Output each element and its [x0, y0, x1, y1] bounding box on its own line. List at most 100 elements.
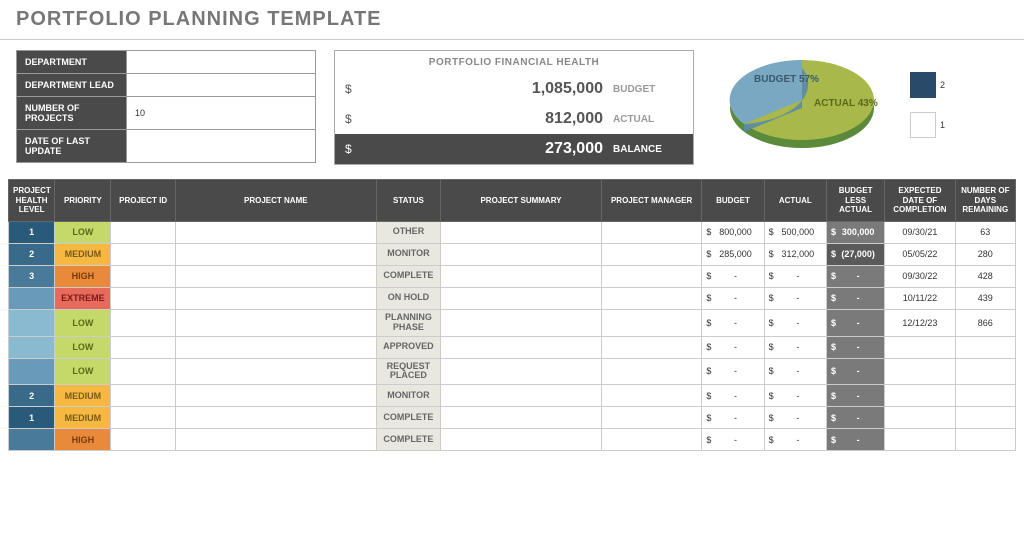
manager-cell[interactable] — [601, 309, 701, 336]
status-cell[interactable]: COMPLETE — [376, 407, 440, 429]
status-cell[interactable]: MONITOR — [376, 243, 440, 265]
project-id-cell[interactable] — [111, 221, 175, 243]
actual-cell[interactable]: $- — [764, 385, 826, 407]
completion-date-cell[interactable]: 09/30/22 — [885, 265, 955, 287]
health-cell[interactable]: 2 — [9, 385, 55, 407]
status-cell[interactable]: MONITOR — [376, 385, 440, 407]
completion-date-cell[interactable] — [885, 336, 955, 358]
project-id-cell[interactable] — [111, 429, 175, 451]
status-cell[interactable]: OTHER — [376, 221, 440, 243]
manager-cell[interactable] — [601, 221, 701, 243]
project-id-cell[interactable] — [111, 385, 175, 407]
project-name-cell[interactable] — [175, 336, 376, 358]
completion-date-cell[interactable] — [885, 358, 955, 385]
project-id-cell[interactable] — [111, 265, 175, 287]
completion-date-cell[interactable]: 12/12/23 — [885, 309, 955, 336]
completion-date-cell[interactable]: 05/05/22 — [885, 243, 955, 265]
summary-cell[interactable] — [441, 287, 602, 309]
priority-cell[interactable]: HIGH — [55, 265, 111, 287]
budget-cell[interactable]: $- — [702, 336, 764, 358]
completion-date-cell[interactable] — [885, 407, 955, 429]
completion-date-cell[interactable]: 09/30/21 — [885, 221, 955, 243]
project-id-cell[interactable] — [111, 407, 175, 429]
manager-cell[interactable] — [601, 287, 701, 309]
budget-cell[interactable]: $- — [702, 309, 764, 336]
summary-cell[interactable] — [441, 429, 602, 451]
health-cell[interactable]: 2 — [9, 243, 55, 265]
priority-cell[interactable]: MEDIUM — [55, 407, 111, 429]
project-id-cell[interactable] — [111, 243, 175, 265]
summary-cell[interactable] — [441, 243, 602, 265]
completion-date-cell[interactable]: 10/11/22 — [885, 287, 955, 309]
manager-cell[interactable] — [601, 407, 701, 429]
project-name-cell[interactable] — [175, 221, 376, 243]
actual-cell[interactable]: $- — [764, 265, 826, 287]
actual-cell[interactable]: $- — [764, 407, 826, 429]
status-cell[interactable]: COMPLETE — [376, 429, 440, 451]
summary-cell[interactable] — [441, 407, 602, 429]
actual-cell[interactable]: $- — [764, 309, 826, 336]
health-cell[interactable] — [9, 429, 55, 451]
manager-cell[interactable] — [601, 243, 701, 265]
summary-cell[interactable] — [441, 358, 602, 385]
actual-cell[interactable]: $312,000 — [764, 243, 826, 265]
summary-cell[interactable] — [441, 221, 602, 243]
project-name-cell[interactable] — [175, 243, 376, 265]
actual-cell[interactable]: $- — [764, 358, 826, 385]
project-name-cell[interactable] — [175, 407, 376, 429]
summary-cell[interactable] — [441, 309, 602, 336]
priority-cell[interactable]: HIGH — [55, 429, 111, 451]
status-cell[interactable]: ON HOLD — [376, 287, 440, 309]
budget-cell[interactable]: $- — [702, 407, 764, 429]
summary-cell[interactable] — [441, 265, 602, 287]
health-cell[interactable] — [9, 287, 55, 309]
status-cell[interactable]: PLANNING PHASE — [376, 309, 440, 336]
manager-cell[interactable] — [601, 429, 701, 451]
project-id-cell[interactable] — [111, 309, 175, 336]
actual-cell[interactable]: $- — [764, 336, 826, 358]
project-id-cell[interactable] — [111, 336, 175, 358]
summary-cell[interactable] — [441, 385, 602, 407]
priority-cell[interactable]: LOW — [55, 336, 111, 358]
project-id-cell[interactable] — [111, 287, 175, 309]
budget-cell[interactable]: $- — [702, 265, 764, 287]
project-id-cell[interactable] — [111, 358, 175, 385]
priority-cell[interactable]: MEDIUM — [55, 243, 111, 265]
health-cell[interactable] — [9, 336, 55, 358]
project-name-cell[interactable] — [175, 287, 376, 309]
budget-cell[interactable]: $- — [702, 385, 764, 407]
meta-value[interactable] — [127, 74, 316, 97]
summary-cell[interactable] — [441, 336, 602, 358]
manager-cell[interactable] — [601, 358, 701, 385]
meta-value[interactable]: 10 — [127, 97, 316, 130]
health-cell[interactable] — [9, 358, 55, 385]
status-cell[interactable]: REQUEST PLACED — [376, 358, 440, 385]
priority-cell[interactable]: LOW — [55, 309, 111, 336]
manager-cell[interactable] — [601, 336, 701, 358]
priority-cell[interactable]: LOW — [55, 358, 111, 385]
project-name-cell[interactable] — [175, 429, 376, 451]
budget-cell[interactable]: $- — [702, 429, 764, 451]
health-cell[interactable]: 1 — [9, 407, 55, 429]
health-cell[interactable]: 3 — [9, 265, 55, 287]
priority-cell[interactable]: MEDIUM — [55, 385, 111, 407]
meta-value[interactable] — [127, 51, 316, 74]
project-name-cell[interactable] — [175, 358, 376, 385]
health-cell[interactable]: 1 — [9, 221, 55, 243]
priority-cell[interactable]: EXTREME — [55, 287, 111, 309]
actual-cell[interactable]: $- — [764, 429, 826, 451]
manager-cell[interactable] — [601, 265, 701, 287]
manager-cell[interactable] — [601, 385, 701, 407]
status-cell[interactable]: COMPLETE — [376, 265, 440, 287]
budget-cell[interactable]: $- — [702, 358, 764, 385]
project-name-cell[interactable] — [175, 385, 376, 407]
priority-cell[interactable]: LOW — [55, 221, 111, 243]
budget-cell[interactable]: $- — [702, 287, 764, 309]
budget-cell[interactable]: $800,000 — [702, 221, 764, 243]
meta-value[interactable] — [127, 130, 316, 163]
actual-cell[interactable]: $500,000 — [764, 221, 826, 243]
health-cell[interactable] — [9, 309, 55, 336]
actual-cell[interactable]: $- — [764, 287, 826, 309]
budget-cell[interactable]: $285,000 — [702, 243, 764, 265]
status-cell[interactable]: APPROVED — [376, 336, 440, 358]
